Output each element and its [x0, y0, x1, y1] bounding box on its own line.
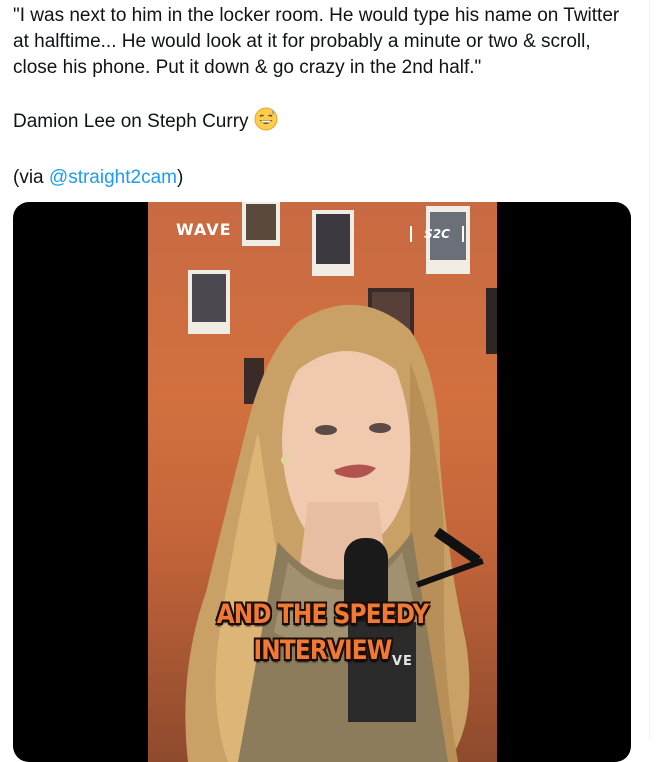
wave-watermark: WAVE — [176, 220, 232, 239]
mic-flag-label: VE — [392, 654, 413, 669]
quote-line-2: at halftime... He would look at it for p… — [13, 31, 591, 52]
timeline-divider — [649, 0, 650, 739]
video-frame[interactable]: WAVE S2C AND THE SPEEDY INTERVIEW VE — [148, 202, 497, 762]
video-caption: AND THE SPEEDY INTERVIEW — [172, 597, 472, 669]
quote-line-1: "I was next to him in the locker room. H… — [13, 5, 620, 26]
tweet-text: "I was next to him in the locker room. H… — [13, 3, 643, 191]
attribution-text: Damion Lee on Steph Curry — [13, 111, 249, 132]
video-scene — [185, 202, 497, 762]
quote-line-3: close his phone. Put it down & go crazy … — [13, 57, 482, 78]
video-player[interactable]: WAVE S2C AND THE SPEEDY INTERVIEW VE — [13, 202, 631, 762]
via-line: (via @straight2cam) — [13, 165, 643, 191]
s2c-watermark: S2C — [410, 226, 464, 242]
caption-line-1: AND THE SPEEDY — [216, 599, 430, 630]
caption-line-2: INTERVIEW — [253, 635, 392, 666]
straight2cam-mention-link[interactable]: @straight2cam — [49, 167, 177, 188]
via-prefix: (via — [13, 167, 49, 188]
grinning-face-with-sweat-icon — [254, 107, 278, 139]
via-suffix: ) — [176, 167, 184, 188]
attribution-line: Damion Lee on Steph Curry — [13, 107, 643, 139]
